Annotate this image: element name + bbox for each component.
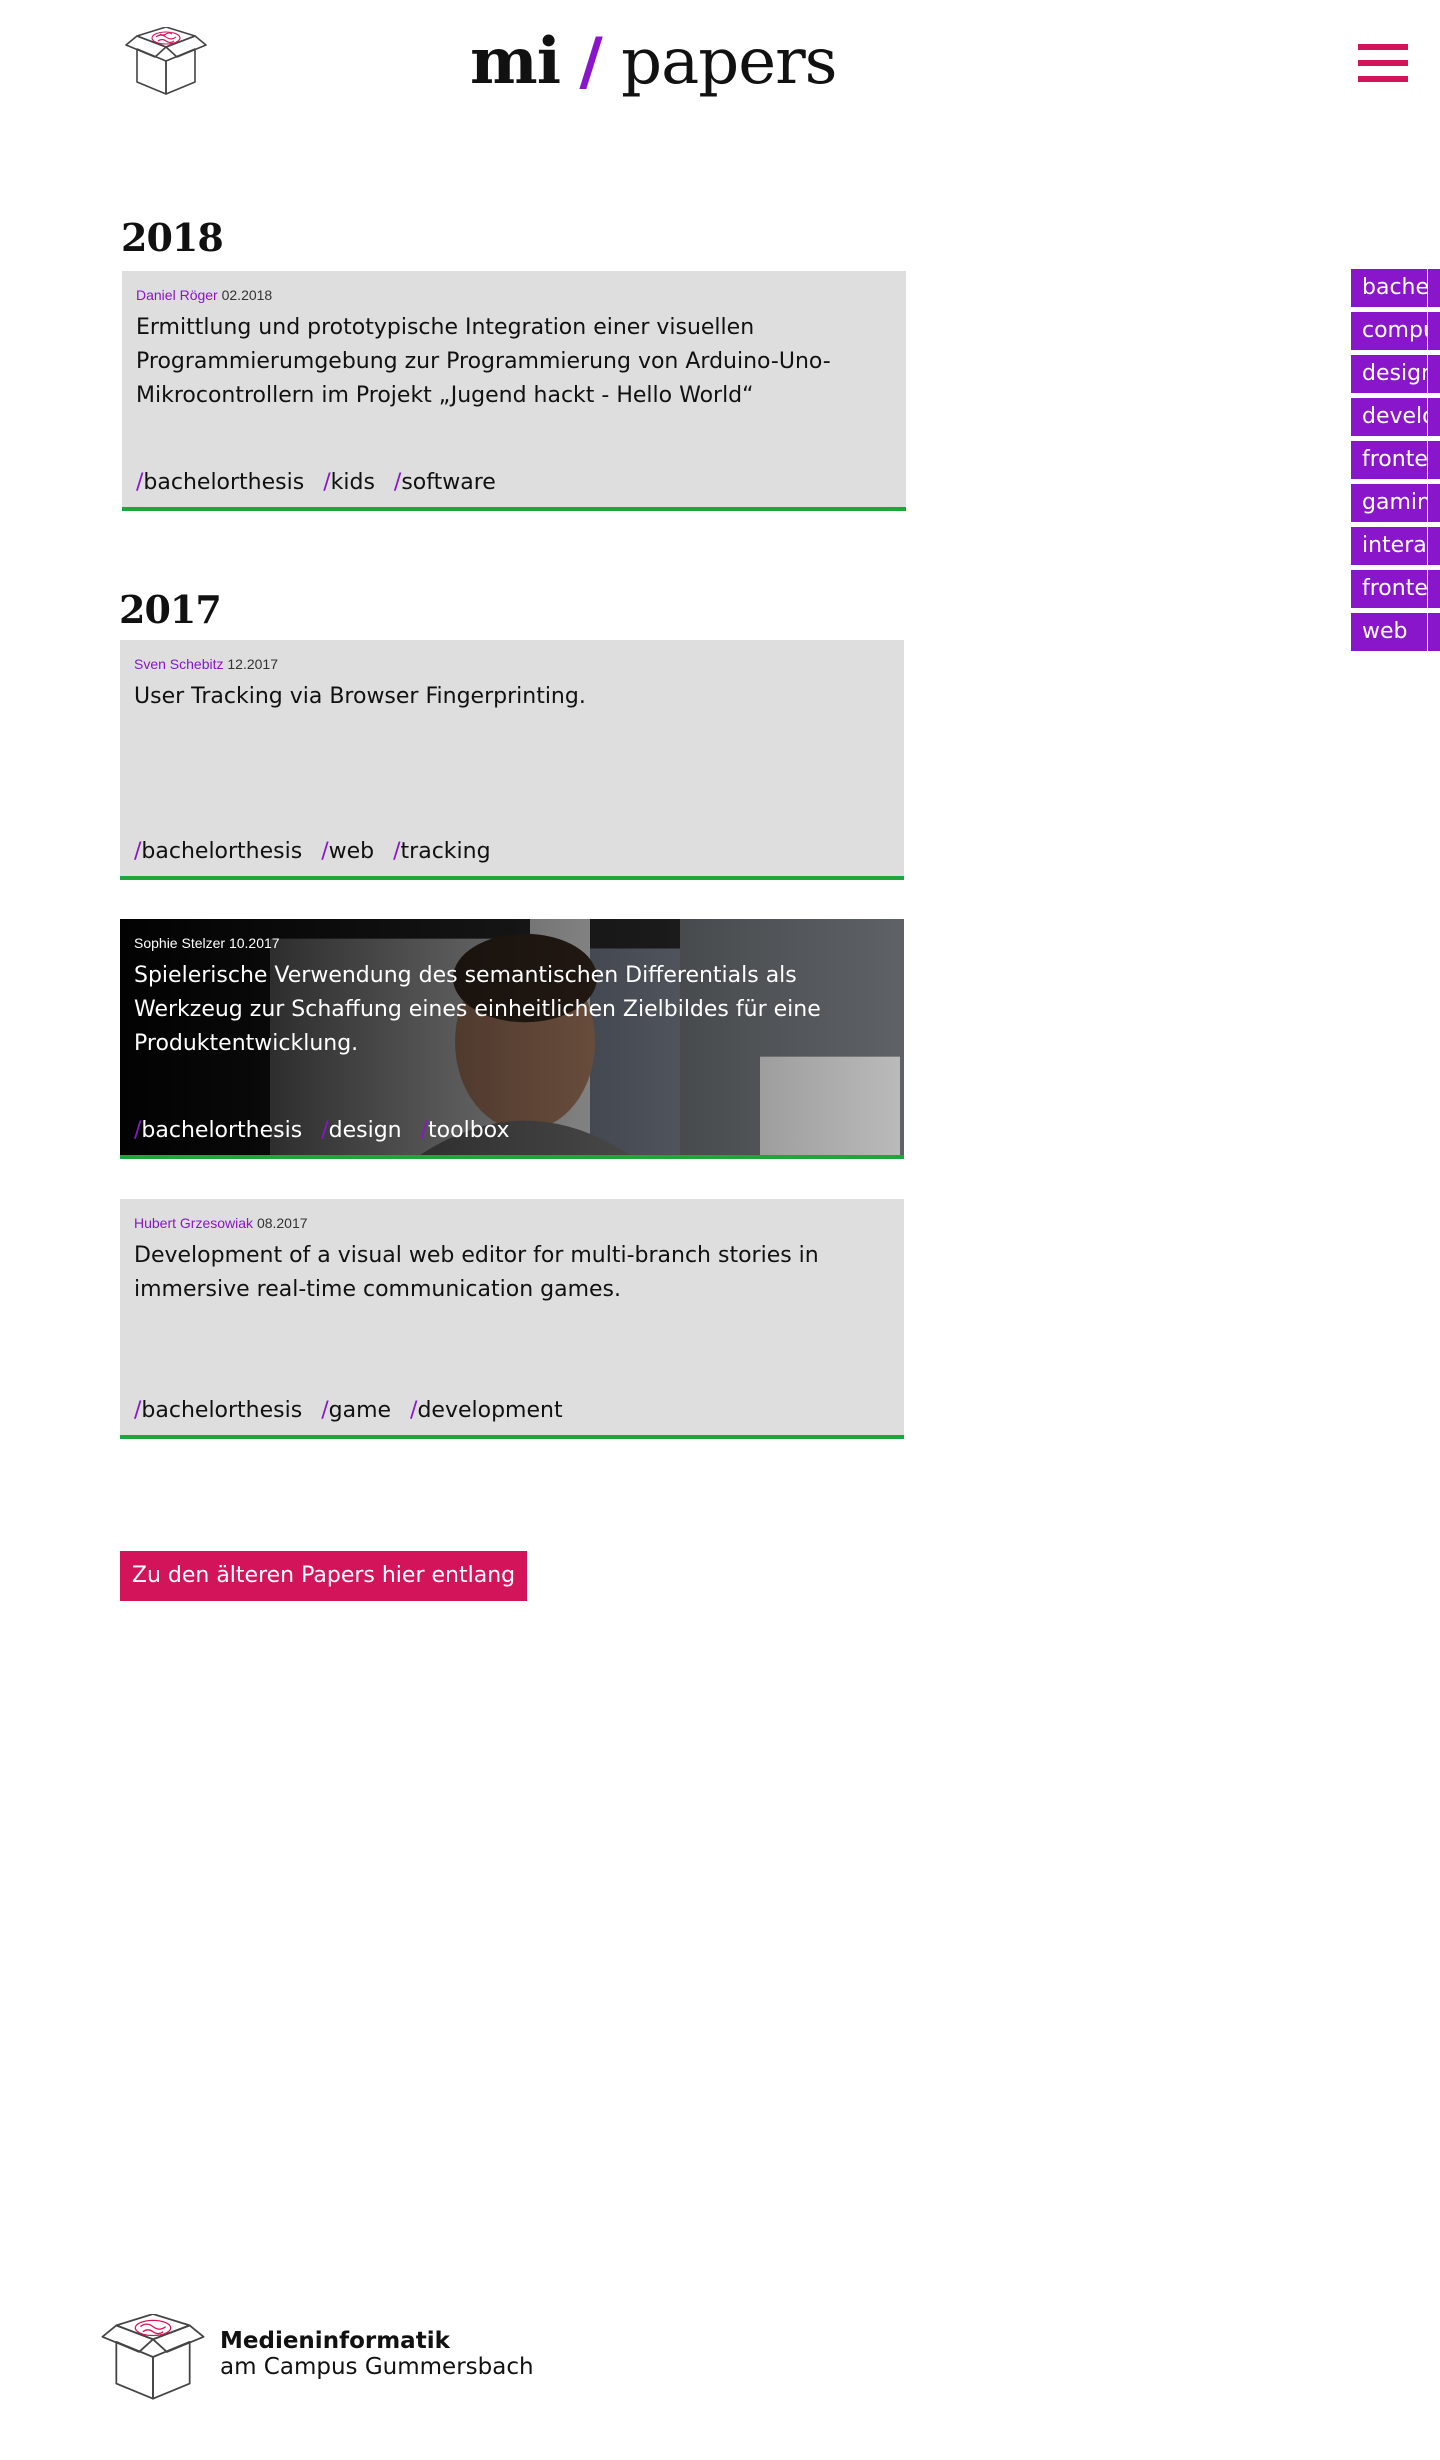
paper-tag[interactable]: /game bbox=[321, 1398, 391, 1423]
paper-tag[interactable]: /bachelorthesis bbox=[134, 1398, 302, 1423]
paper-tag[interactable]: /kids bbox=[323, 470, 375, 495]
paper-date: 02.2018 bbox=[221, 287, 273, 303]
paper-date: 10.2017 bbox=[228, 935, 280, 951]
hamburger-bar bbox=[1358, 60, 1408, 66]
side-tag-development[interactable]: development bbox=[1351, 398, 1440, 436]
paper-tag[interactable]: /software bbox=[394, 470, 496, 495]
side-tag-frontend[interactable]: frontend bbox=[1351, 441, 1440, 479]
footer-logo-icon[interactable] bbox=[100, 2314, 206, 2400]
paper-meta: Sven Schebitz 12.2017 bbox=[134, 656, 278, 672]
footer-line-1: Medieninformatik bbox=[220, 2328, 450, 2354]
paper-tags: /bachelorthesis /web /tracking bbox=[134, 832, 503, 872]
paper-tag[interactable]: /development bbox=[410, 1398, 563, 1423]
year-heading: 2018 bbox=[121, 215, 224, 260]
side-tag-interaction[interactable]: interaction bbox=[1351, 527, 1440, 565]
paper-card[interactable]: Sven Schebitz 12.2017 User Tracking via … bbox=[120, 640, 904, 880]
paper-card[interactable]: Daniel Röger 02.2018 Ermittlung und prot… bbox=[122, 271, 906, 511]
tag-filter-sidebar: bachelorthesis computer design developme… bbox=[1351, 269, 1440, 656]
older-papers-button[interactable]: Zu den älteren Papers hier entlang bbox=[120, 1551, 527, 1601]
paper-date: 12.2017 bbox=[227, 656, 278, 672]
site-title-papers: papers bbox=[621, 25, 837, 99]
hamburger-bar bbox=[1358, 76, 1408, 82]
footer-line-2: am Campus Gummersbach bbox=[220, 2354, 534, 2380]
paper-title[interactable]: Development of a visual web editor for m… bbox=[134, 1239, 894, 1307]
paper-title[interactable]: User Tracking via Browser Fingerprinting… bbox=[134, 680, 894, 714]
side-tag-computer[interactable]: computer bbox=[1351, 312, 1440, 350]
hamburger-menu-icon[interactable] bbox=[1358, 44, 1408, 86]
site-title[interactable]: mi / papers bbox=[470, 14, 838, 110]
paper-meta: Sophie Stelzer 10.2017 bbox=[134, 935, 280, 951]
side-tag-design[interactable]: design bbox=[1351, 355, 1440, 393]
paper-meta: Daniel Röger 02.2018 bbox=[136, 287, 272, 303]
paper-tag[interactable]: /web bbox=[321, 839, 374, 864]
paper-card[interactable]: Hubert Grzesowiak 08.2017 Development of… bbox=[120, 1199, 904, 1439]
site-title-slash: / bbox=[579, 24, 602, 99]
side-tag-web[interactable]: web bbox=[1351, 613, 1440, 651]
footer-institution: Medieninformatik am Campus Gummersbach bbox=[220, 2328, 534, 2380]
paper-date: 08.2017 bbox=[256, 1215, 308, 1231]
paper-title[interactable]: Ermittlung und prototypische Integration… bbox=[136, 311, 896, 413]
paper-tags: /bachelorthesis /game /development bbox=[134, 1391, 575, 1431]
paper-tag[interactable]: /bachelorthesis bbox=[134, 1118, 302, 1143]
side-tag-frontend-2[interactable]: frontend bbox=[1351, 570, 1440, 608]
year-heading: 2017 bbox=[119, 587, 222, 632]
side-tag-bachelorthesis[interactable]: bachelorthesis bbox=[1351, 269, 1440, 307]
paper-tag[interactable]: /toolbox bbox=[421, 1118, 510, 1143]
paper-author[interactable]: Hubert Grzesowiak bbox=[134, 1215, 253, 1231]
paper-card-with-image[interactable]: Sophie Stelzer 10.2017 Spielerische Verw… bbox=[120, 919, 904, 1159]
site-title-mi: mi bbox=[470, 24, 561, 99]
logo-box-icon[interactable] bbox=[125, 27, 207, 95]
paper-meta: Hubert Grzesowiak 08.2017 bbox=[134, 1215, 308, 1231]
paper-title[interactable]: Spielerische Verwendung des semantischen… bbox=[134, 959, 894, 1061]
paper-author[interactable]: Sophie Stelzer bbox=[134, 935, 225, 951]
paper-author[interactable]: Sven Schebitz bbox=[134, 656, 224, 672]
paper-tag[interactable]: /tracking bbox=[393, 839, 490, 864]
paper-tags: /bachelorthesis /kids /software bbox=[136, 463, 508, 503]
paper-author[interactable]: Daniel Röger bbox=[136, 287, 218, 303]
paper-tags: /bachelorthesis /design /toolbox bbox=[134, 1111, 521, 1151]
paper-tag[interactable]: /bachelorthesis bbox=[136, 470, 304, 495]
hamburger-bar bbox=[1358, 44, 1408, 50]
paper-tag[interactable]: /design bbox=[321, 1118, 401, 1143]
paper-tag[interactable]: /bachelorthesis bbox=[134, 839, 302, 864]
side-tag-gaming[interactable]: gaming bbox=[1351, 484, 1440, 522]
